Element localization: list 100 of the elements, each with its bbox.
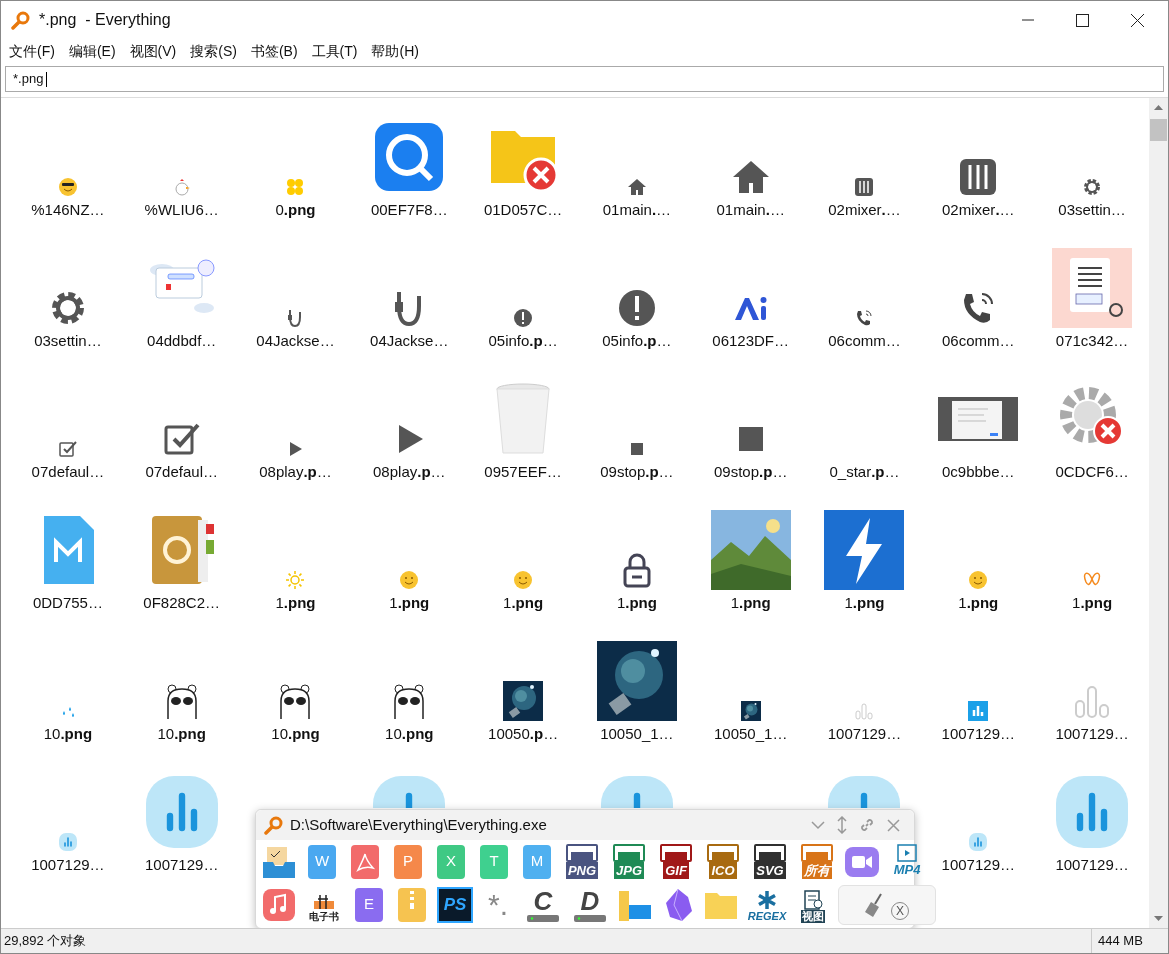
phone-icon <box>854 308 875 328</box>
menu-item[interactable]: 视图(V) <box>129 40 177 62</box>
smiley-icon <box>968 570 989 590</box>
image-icon <box>707 843 739 862</box>
file-name[interactable]: 1007129… <box>31 854 105 877</box>
file-name[interactable]: 07defaul… <box>31 461 105 484</box>
scroll-thumb[interactable] <box>1150 119 1167 141</box>
wildcard-button[interactable]: *. <box>480 886 516 923</box>
file-name[interactable]: 02mixer.… <box>942 199 1015 222</box>
link-icon[interactable] <box>859 817 875 833</box>
drive-button[interactable]: C <box>523 886 563 923</box>
photoshop-button[interactable]: PS <box>437 886 473 923</box>
menu-item[interactable]: 编辑(E) <box>68 40 116 62</box>
clover-icon <box>285 177 306 197</box>
file-name[interactable]: 1.png <box>503 592 544 615</box>
file-name[interactable]: 1.png <box>1072 592 1113 615</box>
exclamation-icon <box>513 308 534 328</box>
scroll-up-icon[interactable] <box>1154 104 1163 110</box>
file-name[interactable]: 1007129… <box>827 723 902 746</box>
bar-chart-bubble-icon <box>57 832 78 852</box>
file-name[interactable]: 1007129… <box>941 854 1015 877</box>
image-type-button[interactable]: PNG <box>562 843 602 880</box>
file-name[interactable]: 03settin… <box>34 330 102 353</box>
file-name[interactable]: 10050_1… <box>714 723 788 746</box>
search-field[interactable]: *.png <box>5 66 1164 92</box>
file-name[interactable]: 1.png <box>730 592 771 615</box>
close-icon[interactable] <box>1131 13 1144 27</box>
file-name[interactable]: 06comm… <box>942 330 1015 353</box>
memory-usage: 444 MB <box>1097 932 1144 951</box>
menu-item[interactable]: 文件(F) <box>9 40 55 62</box>
maximize-icon[interactable] <box>1076 13 1089 27</box>
file-name[interactable]: 1.png <box>844 592 885 615</box>
regex-button[interactable]: REGEX <box>746 886 788 923</box>
file-name[interactable]: 1007129… <box>145 854 219 877</box>
file-name[interactable]: 01main.… <box>602 199 672 222</box>
file-name[interactable]: 05info.p… <box>602 330 672 353</box>
gear-icon <box>1082 177 1103 197</box>
file-name[interactable]: 0CDCF6… <box>1055 461 1129 484</box>
scroll-down-icon[interactable] <box>1154 916 1163 922</box>
file-name[interactable]: 04Jackse… <box>256 330 335 353</box>
file-name[interactable]: %146NZ… <box>31 199 105 222</box>
file-name[interactable]: 01main.… <box>716 199 785 222</box>
music-note-icon[interactable] <box>261 886 297 923</box>
video-file-button[interactable]: MP4 <box>887 843 927 880</box>
file-name[interactable]: 0F828C2… <box>143 592 221 615</box>
file-name[interactable]: 0_star.p… <box>829 461 900 484</box>
menu-item[interactable]: 工具(T) <box>311 40 358 62</box>
file-name[interactable]: 1.png <box>275 592 316 615</box>
image-type-button[interactable]: GIF <box>656 843 696 880</box>
file-name[interactable]: 01D057C… <box>483 199 563 222</box>
file-name[interactable]: 00EF7F8… <box>370 199 448 222</box>
view-button[interactable]: 视图 <box>795 886 831 923</box>
menu-item[interactable]: 书签(B) <box>250 40 298 62</box>
file-name[interactable]: 0DD755… <box>32 592 103 615</box>
file-name[interactable]: 04Jackse… <box>370 330 449 353</box>
scrollbar[interactable] <box>1149 98 1168 928</box>
file-name[interactable]: 1.png <box>958 592 999 615</box>
bar-chart-bubble-icon <box>968 832 989 852</box>
image-type-button[interactable]: ICO <box>703 843 743 880</box>
file-name[interactable]: 10.png <box>385 723 434 746</box>
file-name[interactable]: 1007129… <box>1055 854 1129 877</box>
menu-item[interactable]: 搜索(S) <box>190 40 237 62</box>
ebook-button[interactable]: 电子书 <box>304 886 344 923</box>
clear-button[interactable]: X <box>838 884 936 925</box>
file-name[interactable]: 10.png <box>157 723 206 746</box>
file-name[interactable]: 1.png <box>389 592 430 615</box>
file-name[interactable]: 02mixer.… <box>828 199 901 222</box>
file-name[interactable]: 06123DF… <box>712 330 790 353</box>
exclamation-icon <box>616 288 657 328</box>
file-name[interactable]: 09stop.p… <box>714 461 788 484</box>
file-name[interactable]: 10.png <box>43 723 93 746</box>
file-name[interactable]: 08play.p… <box>259 461 332 484</box>
file-name[interactable]: 0c9bbbe… <box>942 461 1015 484</box>
file-name[interactable]: 10.png <box>271 723 320 746</box>
file-name[interactable]: 06comm… <box>828 330 901 353</box>
file-name[interactable]: 0.png <box>275 199 316 222</box>
image-icon <box>566 843 598 862</box>
file-name[interactable]: 10050.p… <box>488 723 559 746</box>
file-name[interactable]: 07defaul… <box>145 461 218 484</box>
file-name[interactable]: 08play.p… <box>373 461 446 484</box>
chevron-down-icon[interactable] <box>811 820 825 830</box>
image-type-button[interactable]: SVG <box>750 843 790 880</box>
file-name[interactable]: %WLIU6… <box>144 199 219 222</box>
file-name[interactable]: 09stop.p… <box>600 461 674 484</box>
file-name[interactable]: 04ddbdf… <box>147 330 217 353</box>
object-count: 29,892 个对象 <box>4 932 88 951</box>
file-name[interactable]: 03settin… <box>1058 199 1126 222</box>
file-name[interactable]: 05info.p… <box>488 330 558 353</box>
file-name[interactable]: 1.png <box>616 592 657 615</box>
sliders-icon <box>854 177 875 197</box>
smiley-icon <box>399 570 420 590</box>
file-name[interactable]: 1007129… <box>1055 723 1129 746</box>
file-name[interactable]: 071c342… <box>1055 330 1129 353</box>
file-name[interactable]: 0957EEF… <box>484 461 562 484</box>
resize-icon[interactable] <box>837 816 847 834</box>
image-type-button[interactable]: JPG <box>609 843 649 880</box>
drive-button[interactable]: D <box>570 886 610 923</box>
file-name[interactable]: 1007129… <box>941 723 1015 746</box>
menu-item[interactable]: 帮助(H) <box>371 40 419 62</box>
file-name[interactable]: 10050_1… <box>600 723 674 746</box>
